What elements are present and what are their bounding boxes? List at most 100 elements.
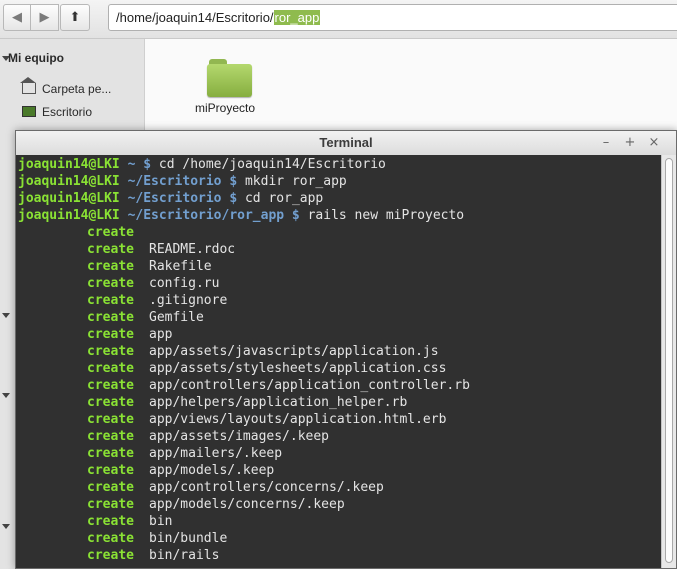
sidebar-item-label: Carpeta pe... <box>42 82 112 96</box>
created-file-path: app/views/layouts/application.html.erb <box>149 412 447 427</box>
created-file-path: app/models/.keep <box>149 463 275 478</box>
create-action: create <box>87 429 134 444</box>
created-file-path: README.rdoc <box>149 242 236 257</box>
terminal-output-line: create app/mailers/.keep <box>16 445 661 462</box>
command-text: cd /home/joaquin14/Escritorio <box>151 157 386 172</box>
prompt-path: ~/Escritorio $ <box>119 191 238 206</box>
created-file-path: app/helpers/application_helper.rb <box>149 395 408 410</box>
create-action: create <box>87 378 134 393</box>
created-file-path: app/controllers/concerns/.keep <box>149 480 384 495</box>
create-action: create <box>87 480 134 495</box>
prompt-path: ~ $ <box>119 157 152 172</box>
terminal-output-line: create Gemfile <box>16 309 661 326</box>
prompt-path: ~/Escritorio $ <box>119 174 238 189</box>
create-action: create <box>87 497 134 512</box>
sidebar-item-label: Escritorio <box>42 105 93 119</box>
command-text: rails new miProyecto <box>299 208 465 223</box>
created-file-path: Gemfile <box>149 310 204 325</box>
create-action: create <box>87 395 134 410</box>
location-path-selected: ror_app <box>273 10 321 25</box>
create-action: create <box>87 310 134 325</box>
forward-button[interactable]: ▶ <box>31 4 59 31</box>
minimize-button[interactable]: – <box>596 131 616 155</box>
terminal-output-line: create app/models/concerns/.keep <box>16 496 661 513</box>
create-action: create <box>87 361 134 376</box>
command-text: mkdir ror_app <box>237 174 347 189</box>
terminal-scrollbar[interactable] <box>661 155 676 568</box>
create-action: create <box>87 548 134 563</box>
scrollbar-thumb[interactable] <box>665 158 673 563</box>
terminal-output-line: create <box>16 224 661 241</box>
create-action: create <box>87 463 134 478</box>
created-file-path: Rakefile <box>149 259 212 274</box>
terminal-output-line: create .gitignore <box>16 292 661 309</box>
terminal-output-line: create app/controllers/concerns/.keep <box>16 479 661 496</box>
created-file-path: app <box>149 327 173 342</box>
terminal-output-line: create Rakefile <box>16 258 661 275</box>
create-action: create <box>87 327 134 342</box>
terminal-output-line: create app/assets/images/.keep <box>16 428 661 445</box>
sidebar-header-mi-equipo[interactable]: Mi equipo <box>8 51 64 65</box>
terminal-output-line: create app/assets/javascripts/application… <box>16 343 661 360</box>
prompt-user: joaquin14@LKI <box>18 191 120 206</box>
create-action: create <box>87 344 134 359</box>
created-file-path: .gitignore <box>149 293 228 308</box>
created-file-path: app/assets/javascripts/application.js <box>149 344 439 359</box>
terminal-output-line: create app/models/.keep <box>16 462 661 479</box>
created-file-path: app/assets/images/.keep <box>149 429 330 444</box>
create-action: create <box>87 412 134 427</box>
location-path-prefix: /home/joaquin14/Escritorio/ <box>116 10 274 25</box>
folder-label[interactable]: miProyecto <box>195 101 255 115</box>
file-manager-toolbar: ◀ ▶ ⬆ /home/joaquin14/Escritorio/ror_app <box>0 0 677 39</box>
up-button[interactable]: ⬆ <box>60 4 90 31</box>
folder-icon[interactable] <box>207 59 252 97</box>
location-input[interactable]: /home/joaquin14/Escritorio/ror_app <box>108 4 677 31</box>
create-action: create <box>87 446 134 461</box>
terminal-window: Terminal – + × joaquin14@LKI ~ $ cd /hom… <box>15 130 677 569</box>
terminal-output-line: create app <box>16 326 661 343</box>
create-action: create <box>87 531 134 546</box>
create-action: create <box>87 259 134 274</box>
collapse-triangle-icon[interactable] <box>2 393 10 398</box>
created-file-path: app/mailers/.keep <box>149 446 283 461</box>
create-action: create <box>87 225 134 240</box>
prompt-user: joaquin14@LKI <box>18 208 120 223</box>
terminal-output-line: create app/views/layouts/application.html… <box>16 411 661 428</box>
terminal-command-line: joaquin14@LKI ~/Escritorio/ror_app $ rai… <box>16 207 661 224</box>
arrow-left-icon: ◀ <box>12 10 22 25</box>
terminal-output-line: create app/controllers/application_contro… <box>16 377 661 394</box>
terminal-output-line: create bin/rails <box>16 547 661 564</box>
prompt-user: joaquin14@LKI <box>18 174 120 189</box>
collapse-triangle-icon[interactable] <box>2 524 10 529</box>
terminal-output-line: create config.ru <box>16 275 661 292</box>
terminal-output-line: create bin <box>16 513 661 530</box>
collapse-triangle-icon[interactable] <box>2 313 10 318</box>
created-file-path: bin <box>149 514 173 529</box>
sidebar-item-escritorio[interactable]: Escritorio <box>22 105 92 119</box>
terminal-output-line: create app/helpers/application_helper.rb <box>16 394 661 411</box>
terminal-output-line: create bin/bundle <box>16 530 661 547</box>
created-file-path: config.ru <box>149 276 220 291</box>
terminal-titlebar[interactable]: Terminal – + × <box>16 131 676 156</box>
created-file-path: app/assets/stylesheets/application.css <box>149 361 447 376</box>
terminal-command-line: joaquin14@LKI ~/Escritorio $ mkdir ror_a… <box>16 173 661 190</box>
prompt-path: ~/Escritorio/ror_app $ <box>119 208 300 223</box>
sidebar-item-carpeta-personal[interactable]: Carpeta pe... <box>20 77 112 96</box>
arrow-up-icon: ⬆ <box>69 10 81 25</box>
terminal-command-line: joaquin14@LKI ~/Escritorio $ cd ror_app <box>16 190 661 207</box>
home-icon <box>20 77 36 94</box>
created-file-path: bin/rails <box>149 548 220 563</box>
terminal-output[interactable]: joaquin14@LKI ~ $ cd /home/joaquin14/Esc… <box>16 155 661 568</box>
create-action: create <box>87 242 134 257</box>
create-action: create <box>87 276 134 291</box>
maximize-button[interactable]: + <box>620 131 640 155</box>
arrow-right-icon: ▶ <box>39 10 50 25</box>
prompt-user: joaquin14@LKI <box>18 157 120 172</box>
created-file-path: app/controllers/application_controller.r… <box>149 378 470 393</box>
back-button[interactable]: ◀ <box>3 4 31 31</box>
terminal-output-line: create README.rdoc <box>16 241 661 258</box>
create-action: create <box>87 514 134 529</box>
command-text: cd ror_app <box>237 191 324 206</box>
desktop-icon <box>22 106 36 117</box>
close-button[interactable]: × <box>644 131 664 155</box>
